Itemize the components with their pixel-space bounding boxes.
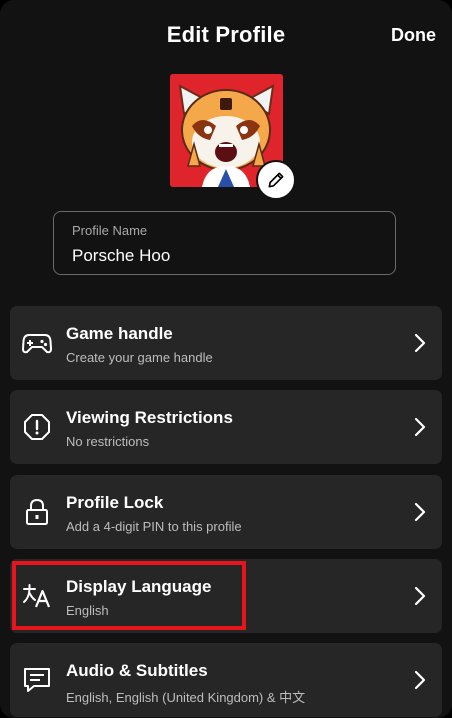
warning-hexagon-icon bbox=[22, 412, 52, 442]
gamepad-icon bbox=[22, 328, 52, 358]
menu-item-audio-subtitles[interactable]: Audio & Subtitles English, English (Unit… bbox=[10, 643, 442, 717]
menu-item-game-handle[interactable]: Game handle Create your game handle bbox=[10, 306, 442, 380]
menu-item-subtitle: Create your game handle bbox=[66, 350, 213, 365]
pencil-icon bbox=[268, 172, 284, 188]
menu-item-subtitle: English, English (United Kingdom) & 中文 bbox=[66, 690, 306, 705]
menu-item-title: Game handle bbox=[66, 324, 173, 343]
menu-item-subtitle: Add a 4-digit PIN to this profile bbox=[66, 519, 242, 534]
chevron-right-icon bbox=[414, 586, 426, 606]
page-title: Edit Profile bbox=[166, 22, 286, 47]
header: Edit Profile Done bbox=[0, 0, 452, 72]
chevron-right-icon bbox=[414, 333, 426, 353]
menu-item-title: Display Language bbox=[66, 577, 212, 596]
menu-item-title: Audio & Subtitles bbox=[66, 661, 208, 680]
menu-item-profile-lock[interactable]: Profile Lock Add a 4-digit PIN to this p… bbox=[10, 475, 442, 549]
profile-name-field[interactable]: Profile Name Porsche Hoo bbox=[53, 211, 396, 275]
profile-name-label: Profile Name bbox=[72, 223, 148, 238]
chevron-right-icon bbox=[414, 502, 426, 522]
menu-item-subtitle: No restrictions bbox=[66, 434, 150, 449]
menu-item-title: Profile Lock bbox=[66, 493, 164, 512]
edit-avatar-button[interactable] bbox=[256, 160, 296, 200]
chevron-right-icon bbox=[414, 417, 426, 437]
edit-profile-screen: Edit Profile Done Profile Name Porsche H… bbox=[0, 0, 452, 718]
profile-name-input[interactable]: Porsche Hoo bbox=[72, 246, 377, 266]
subtitles-icon bbox=[22, 665, 52, 695]
menu-item-subtitle: English bbox=[66, 603, 109, 618]
menu-item-title: Viewing Restrictions bbox=[66, 408, 233, 427]
lock-icon bbox=[22, 497, 52, 527]
menu-item-display-language[interactable]: Display Language English bbox=[10, 559, 442, 633]
done-button[interactable]: Done bbox=[391, 25, 436, 46]
chevron-right-icon bbox=[414, 670, 426, 690]
translate-icon bbox=[22, 581, 52, 611]
avatar-container bbox=[170, 74, 296, 200]
menu-item-viewing-restrictions[interactable]: Viewing Restrictions No restrictions bbox=[10, 390, 442, 464]
